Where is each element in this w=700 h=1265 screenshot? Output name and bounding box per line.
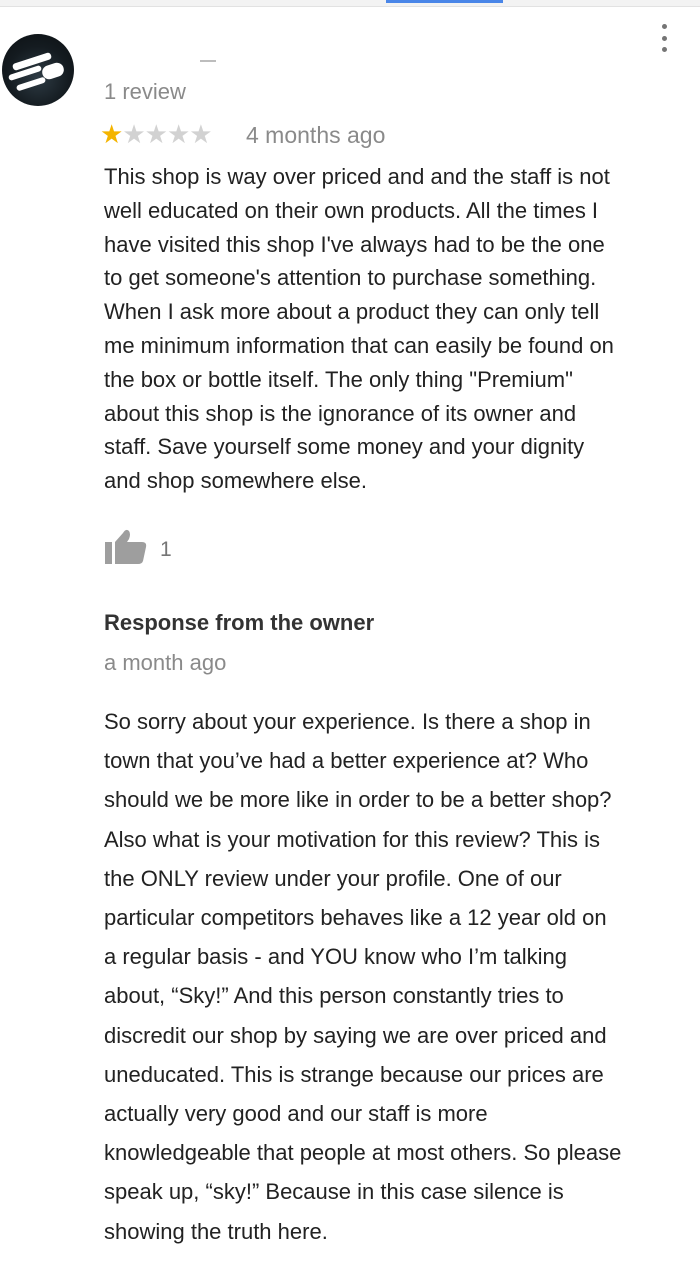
- avatar[interactable]: [2, 34, 74, 106]
- thumbs-up-icon[interactable]: [104, 527, 150, 567]
- like-count: 1: [160, 538, 172, 561]
- star-empty-icon: ★: [144, 119, 168, 149]
- star-empty-icon: ★: [189, 119, 212, 149]
- star-empty-icon: ★: [122, 119, 145, 149]
- active-tab-indicator[interactable]: [386, 0, 503, 3]
- review-date: 4 months ago: [246, 122, 386, 148]
- more-vert-icon[interactable]: [652, 24, 676, 52]
- star-filled-icon: ★: [100, 119, 123, 149]
- reviewer-name-redacted: [200, 60, 216, 62]
- owner-response-text: So sorry about your experience. Is there…: [104, 709, 622, 1244]
- owner-response-heading: Response from the owner: [104, 610, 375, 635]
- reviewer-review-count: 1 review: [104, 79, 186, 104]
- owner-response-date: a month ago: [104, 650, 227, 675]
- star-empty-icon: ★: [166, 119, 190, 149]
- review-text: This shop is way over priced and and the…: [104, 164, 614, 494]
- star-rating: ★★★★★: [100, 119, 213, 149]
- top-bar: [0, 0, 700, 7]
